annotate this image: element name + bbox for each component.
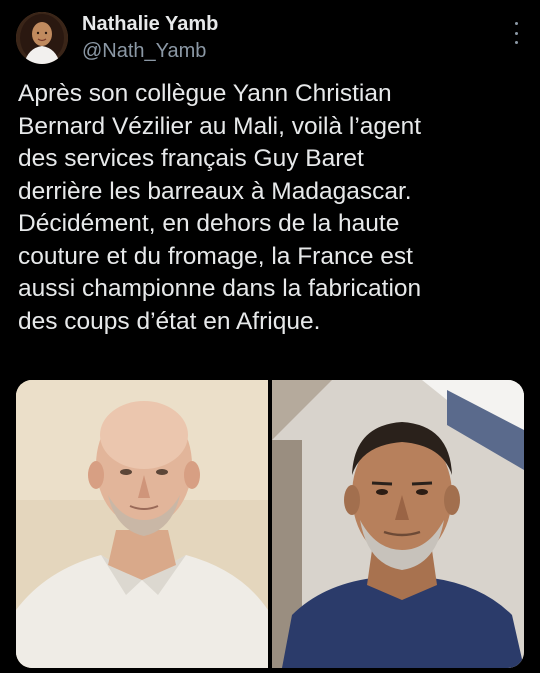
tweet-media-grid (16, 380, 524, 668)
tweet-text-line: couture et du fromage, la France est (18, 242, 413, 270)
tweet-text-line: Décidément, en dehors de la haute (18, 210, 400, 237)
tweet-text-line: Bernard Vézilier au Mali, voilà l’agent (18, 112, 422, 140)
more-vertical-icon (514, 22, 518, 25)
media-photo-left[interactable] (16, 380, 268, 668)
media-photo-right[interactable] (272, 380, 524, 668)
tweet-text-line: aussi championne dans la fabrication (18, 275, 422, 302)
tweet-text-line: des coups d’état en Afrique. (18, 307, 321, 335)
more-vertical-icon (514, 41, 518, 44)
author-info: Nathalie Yamb @Nath_Yamb (82, 12, 218, 64)
photo-man-white-shirt (16, 380, 268, 668)
more-vertical-icon (514, 31, 518, 35)
author-avatar[interactable] (16, 12, 68, 64)
author-display-name[interactable]: Nathalie Yamb (82, 12, 218, 36)
more-options-button[interactable] (510, 22, 522, 44)
tweet-text-line: Après son collègue Yann Christian (18, 80, 392, 107)
tweet-text-line: derrière les barreaux à Madagascar. (18, 177, 412, 205)
tweet-text-line: des services français Guy Baret (18, 145, 364, 172)
tweet-card: Nathalie Yamb @Nath_Yamb Après son collè… (0, 0, 540, 673)
author-handle[interactable]: @Nath_Yamb (82, 38, 218, 64)
avatar-image (16, 12, 68, 64)
tweet-text: Après son collègue Yann Christian Bernar… (18, 78, 528, 338)
photo-man-dark-shirt (272, 380, 524, 668)
